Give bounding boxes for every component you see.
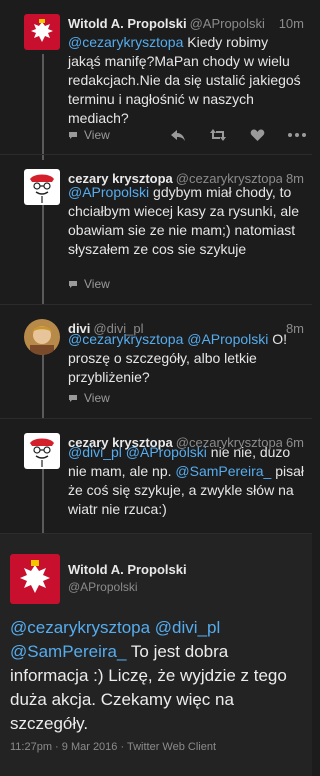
- tweet-text: @cezarykrysztopa @APropolski O! proszę o…: [68, 330, 304, 387]
- avatar[interactable]: [24, 14, 60, 50]
- avatar[interactable]: [24, 319, 60, 355]
- tweet-time[interactable]: 10m: [274, 16, 304, 31]
- more-icon[interactable]: [288, 133, 306, 137]
- tweet-text: @divi_pl @APropolski nie nie, duzo nie m…: [68, 443, 304, 519]
- author-name[interactable]: Witold A. Propolski: [68, 16, 187, 31]
- tweet-meta[interactable]: 11:27pm · 9 Mar 2016 · Twitter Web Clien…: [10, 741, 216, 753]
- reply-icon[interactable]: [170, 128, 186, 142]
- tweet-item[interactable]: divi @divi_pl 8m @cezarykrysztopa @APropo…: [0, 305, 312, 419]
- avatar[interactable]: [24, 433, 60, 469]
- mention-link[interactable]: @divi_pl @APropolski: [68, 444, 207, 460]
- view-label: View: [84, 128, 110, 142]
- retweet-icon[interactable]: [209, 128, 227, 142]
- conversation-bubble-icon: [69, 131, 77, 139]
- view-conversation-link[interactable]: View: [68, 391, 110, 405]
- tweet-item[interactable]: cezary krysztopa @cezarykrysztopa 8m @APr…: [0, 155, 312, 305]
- main-tweet: Witold A. Propolski @APropolski @cezaryk…: [0, 534, 312, 776]
- author-handle[interactable]: @APropolski: [190, 16, 265, 31]
- avatar[interactable]: [10, 554, 60, 604]
- mention-link[interactable]: @cezarykrysztopa: [68, 34, 183, 50]
- view-label: View: [84, 277, 110, 291]
- author-handle[interactable]: @APropolski: [68, 580, 187, 594]
- author-block: Witold A. Propolski @APropolski: [68, 562, 187, 594]
- tweet-header: Witold A. Propolski @APropolski 10m: [68, 16, 304, 32]
- tweet-item[interactable]: Witold A. Propolski @APropolski 10m @ceza…: [0, 0, 312, 155]
- tweet-text: @cezarykrysztopa Kiedy robimy jakąś mani…: [68, 33, 304, 128]
- tweet-text: @cezarykrysztopa @divi_pl @SamPereira_ T…: [10, 616, 306, 736]
- mention-link[interactable]: @cezarykrysztopa @APropolski: [68, 331, 268, 347]
- mention-link[interactable]: @SamPereira_: [175, 463, 271, 479]
- like-icon[interactable]: [250, 128, 265, 142]
- tweet-item[interactable]: cezary krysztopa @cezarykrysztopa 6m @div…: [0, 419, 312, 534]
- conversation-bubble-icon: [69, 394, 77, 402]
- view-conversation-link[interactable]: View: [68, 277, 110, 291]
- conversation-bubble-icon: [69, 280, 77, 288]
- view-label: View: [84, 391, 110, 405]
- view-conversation-link[interactable]: View: [68, 128, 110, 142]
- avatar[interactable]: [24, 169, 60, 205]
- tweet-text: @APropolski gdybym miał chody, to chciał…: [68, 183, 304, 259]
- tweet-actions: [170, 127, 306, 143]
- mention-link[interactable]: @APropolski: [68, 184, 149, 200]
- author-name[interactable]: Witold A. Propolski: [68, 562, 187, 577]
